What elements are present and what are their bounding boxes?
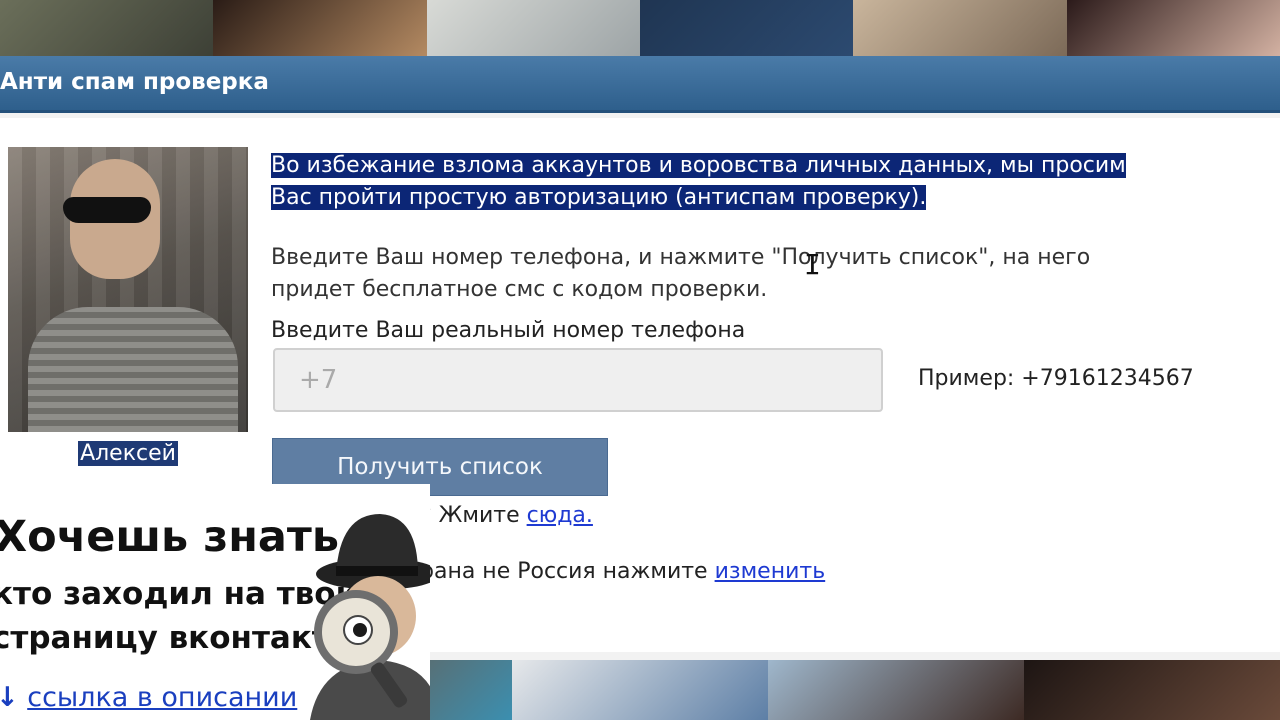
photo-tile[interactable] — [853, 0, 1067, 56]
help-link[interactable]: сюда. — [527, 503, 593, 528]
photo-tile[interactable] — [213, 0, 427, 56]
country-line: рана не Россия нажмите изменить — [420, 559, 826, 584]
dialog-title: Анти спам проверка — [0, 69, 269, 95]
detective-magnifier-icon — [310, 514, 430, 720]
profile-photo[interactable] — [8, 147, 248, 432]
photo-tile[interactable] — [426, 0, 640, 56]
instruction-text: Введите Ваш номер телефона, и нажмите "П… — [271, 245, 1091, 302]
photo-tile[interactable] — [639, 0, 854, 56]
arrow-down-icon: ↓ — [0, 682, 19, 713]
profile-name[interactable]: Алексей — [54, 440, 202, 468]
help-line: ? Жмите сюда. — [420, 503, 593, 528]
phone-input[interactable] — [273, 348, 883, 412]
ad-link[interactable]: ссылка в описании — [27, 682, 297, 713]
ad-link-row[interactable]: ↓ ссылка в описании — [0, 682, 297, 713]
dialog-titlebar: Анти спам проверка — [0, 56, 1280, 113]
top-photo-strip — [0, 0, 1280, 56]
ad-headline: Хочешь знать — [0, 512, 340, 562]
photo-tile[interactable] — [1024, 660, 1280, 720]
phone-label: Введите Ваш реальный номер телефона — [271, 318, 746, 343]
change-country-link[interactable]: изменить — [715, 559, 826, 584]
sunglasses-icon — [63, 197, 151, 223]
photo-tile[interactable] — [768, 660, 1024, 720]
photo-tile[interactable] — [1066, 0, 1280, 56]
ad-banner[interactable]: Хочешь знать кто заходил на твою страниц… — [0, 484, 430, 720]
photo-tile[interactable] — [512, 660, 768, 720]
text-cursor-icon: I — [804, 248, 821, 281]
intro-text: Во избежание взлома аккаунтов и воровств… — [271, 153, 1126, 210]
phone-example: Пример: +79161234567 — [918, 366, 1194, 391]
photo-tile[interactable] — [0, 0, 214, 56]
